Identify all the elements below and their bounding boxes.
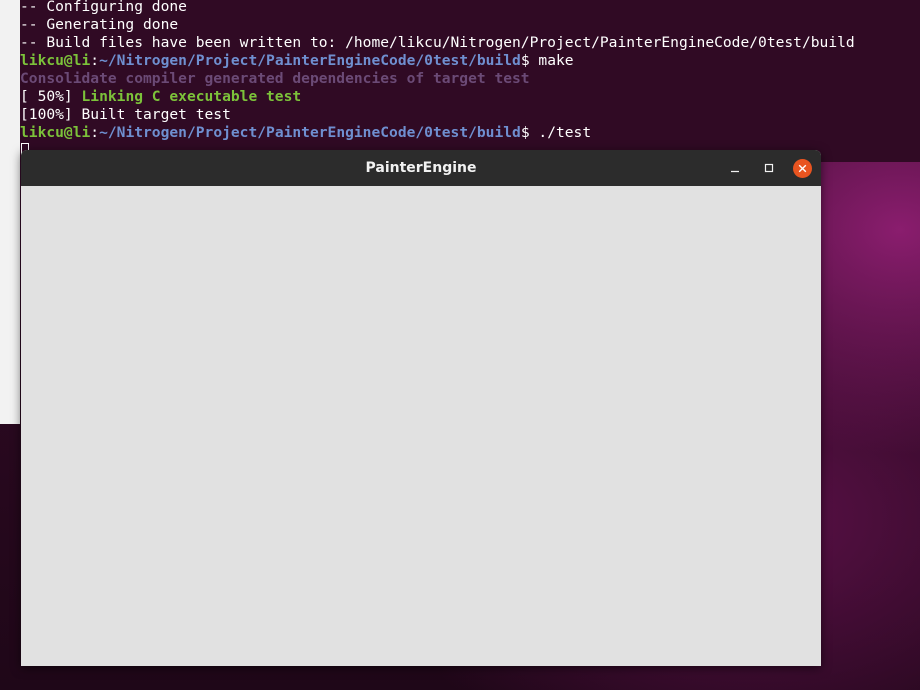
terminal-line: Consolidate compiler generated dependenc… — [20, 70, 530, 87]
terminal-line: -- Generating done — [20, 16, 179, 33]
terminal-prompt-line: likcu@li:~/Nitrogen/Project/PainterEngin… — [20, 124, 591, 142]
maximize-icon — [764, 163, 774, 173]
close-button[interactable] — [793, 159, 812, 178]
window-title: PainterEngine — [365, 160, 477, 176]
window-titlebar[interactable]: PainterEngine — [21, 150, 821, 187]
terminal-line: [ 50%] Linking C executable test — [20, 88, 301, 106]
terminal-prompt-line: likcu@li:~/Nitrogen/Project/PainterEngin… — [20, 52, 574, 70]
close-icon — [798, 164, 807, 173]
prompt-colon: : — [90, 52, 100, 69]
terminal-line: -- Configuring done — [20, 0, 187, 15]
prompt-command: $ ./test — [520, 124, 592, 141]
prompt-command: $ make — [520, 52, 574, 69]
terminal-line: [100%] Built target test — [20, 106, 231, 123]
terminal-window[interactable]: -- Configuring done -- Generating done -… — [20, 0, 920, 162]
maximize-button[interactable] — [760, 159, 778, 177]
prompt-path: ~/Nitrogen/Project/PainterEngineCode/0te… — [99, 52, 521, 69]
painterengine-window[interactable]: PainterEngine — [21, 150, 821, 666]
background-window-edge — [0, 0, 20, 424]
prompt-user: likcu@li — [20, 52, 91, 69]
build-progress: [ 50%] — [20, 88, 82, 105]
minimize-icon — [731, 170, 739, 173]
build-step-text: Linking C executable test — [81, 88, 302, 105]
prompt-colon: : — [90, 124, 100, 141]
terminal-line: -- Build files have been written to: /ho… — [20, 34, 855, 51]
minimize-button[interactable] — [726, 159, 744, 177]
app-canvas[interactable] — [21, 186, 821, 666]
prompt-user: likcu@li — [20, 124, 91, 141]
prompt-path: ~/Nitrogen/Project/PainterEngineCode/0te… — [99, 124, 521, 141]
